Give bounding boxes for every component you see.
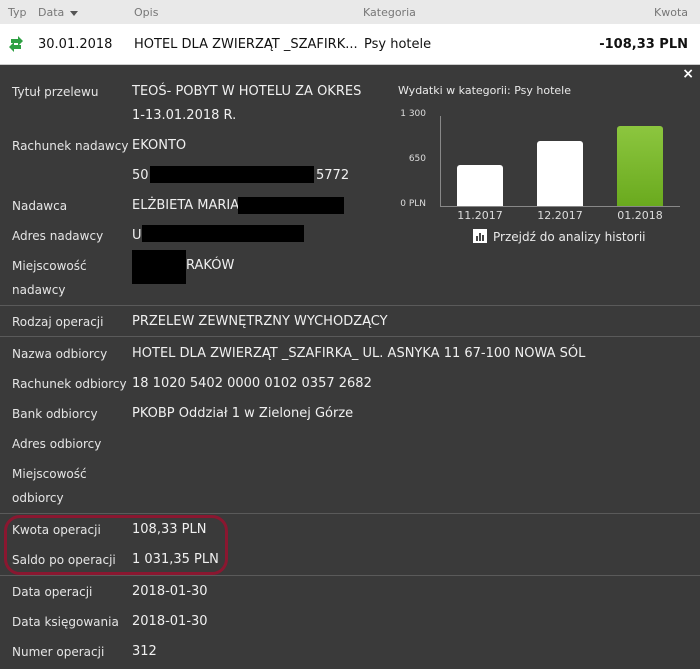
sender-city-label-line1: Miejscowość [12,259,87,273]
sender-address-value: U [132,228,142,243]
recipient-city-label-line1: Miejscowość [12,467,87,481]
recipient-account-value: 18 1020 5402 0000 0102 0357 2682 [132,376,372,391]
chart-bar-01.2018[interactable] [617,126,663,206]
sender-account-prefix: 50 [132,168,149,183]
recipient-address-label: Adres odbiorcy [12,437,102,451]
x-tick-label: 11.2017 [457,209,503,222]
sender-address-label: Adres nadawcy [12,229,104,243]
history-analysis-link[interactable]: Przejdź do analizy historii [473,229,646,244]
recipient-city-label-line2: odbiorcy [12,491,64,505]
recipient-name-value: HOTEL DLA ZWIERZĄT _SZAFIRKA_ UL. ASNYKA… [132,346,586,361]
op-date-value: 2018-01-30 [132,584,208,599]
transfer-arrows-icon [9,36,23,52]
sort-desc-icon [70,10,79,16]
col-date-label: Data [38,6,65,19]
y-tick-label: 650 [408,154,426,164]
y-tick-label: 0 PLN [400,199,426,209]
recipient-account-label: Rachunek odbiorcy [12,377,127,391]
title-value-line2: 1-13.01.2018 R. [132,108,237,123]
divider [0,513,700,514]
col-type-header[interactable]: Typ [8,6,27,19]
divider [0,336,700,337]
transaction-date: 30.01.2018 [38,37,113,52]
sender-account-suffix: 5772 [316,168,350,183]
divider [0,305,700,306]
sender-city-value: RAKÓW [186,258,235,273]
highlight-ring [4,515,228,575]
recipient-bank-value: PKOBP Oddział 1 w Zielonej Górze [132,406,354,421]
x-axis [440,206,680,207]
transaction-row[interactable]: 30.01.2018 HOTEL DLA ZWIERZĄT _SZAFIRK..… [0,24,700,65]
sender-value: ELŻBIETA MARIA I [132,198,248,213]
chart-title: Wydatki w kategorii: Psy hotele [398,84,571,97]
redacted-block [132,250,186,284]
sender-label: Nadawca [12,199,68,213]
recipient-name-label: Nazwa odbiorcy [12,347,108,361]
x-tick-label: 01.2018 [617,209,663,222]
title-value-line1: TEOŚ- POBYT W HOTELU ZA OKRES [132,84,362,99]
posting-date-value: 2018-01-30 [132,614,208,629]
table-header: Typ Data Opis Kategoria Kwota [0,0,700,24]
x-tick-label: 12.2017 [537,209,583,222]
bar-chart-icon [473,229,487,243]
col-amount-header[interactable]: Kwota [654,6,688,19]
op-number-label: Numer operacji [12,645,105,659]
sender-account-label: Rachunek nadawcy [12,139,129,153]
transaction-amount: -108,33 PLN [599,37,688,52]
chart-bar-12.2017[interactable] [537,140,583,206]
transaction-description: HOTEL DLA ZWIERZĄT _SZAFIRK... [134,37,358,52]
redacted-block [238,197,344,214]
col-category-header[interactable]: Kategoria [363,6,416,19]
sender-city-label-line2: nadawcy [12,283,66,297]
recipient-bank-label: Bank odbiorcy [12,407,98,421]
transaction-category[interactable]: Psy hotele [364,37,431,52]
op-type-value: PRZELEW ZEWNĘTRZNY WYCHODZĄCY [132,314,388,329]
y-axis [440,116,441,206]
sender-account-name: EKONTO [132,138,187,153]
chart-bar-11.2017[interactable] [457,165,503,206]
redacted-block [142,225,304,242]
op-type-label: Rodzaj operacji [12,315,104,329]
col-desc-header[interactable]: Opis [134,6,158,19]
close-icon[interactable]: × [682,66,694,82]
divider [0,575,700,576]
op-number-value: 312 [132,644,157,659]
title-label: Tytuł przelewu [12,85,99,99]
posting-date-label: Data księgowania [12,615,119,629]
y-tick-label: 1 300 [400,109,426,119]
redacted-block [150,166,314,183]
history-analysis-label: Przejdź do analizy historii [493,230,646,244]
col-date-header[interactable]: Data [38,6,79,19]
op-date-label: Data operacji [12,585,93,599]
